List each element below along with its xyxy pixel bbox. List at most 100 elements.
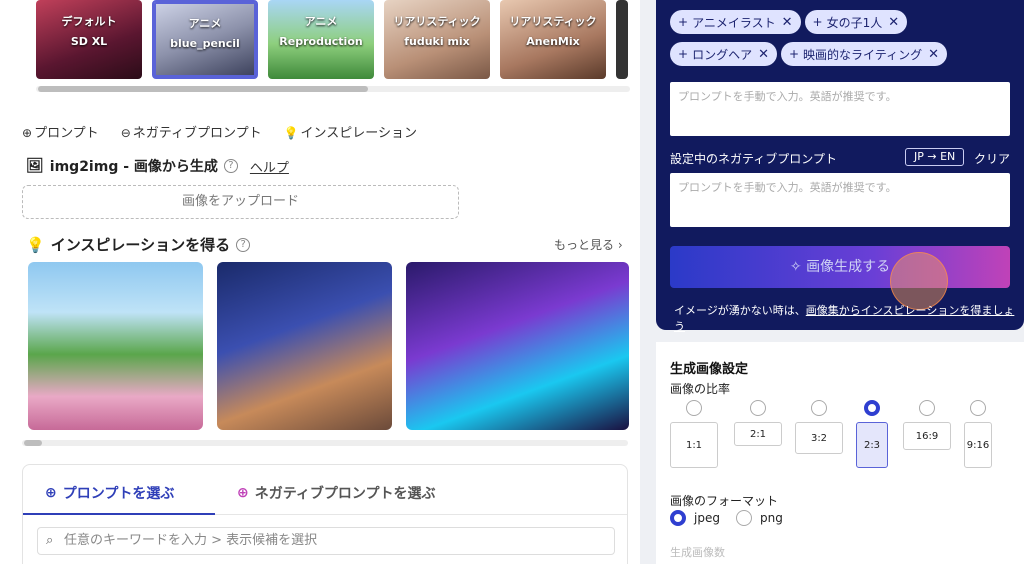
negative-prompt-link[interactable]: ⊖ ネガティブプロンプト — [121, 122, 262, 141]
model-name: Reproduction — [279, 35, 363, 48]
image-count-label: 生成画像数 — [670, 546, 725, 559]
prompt-chip[interactable]: + ロングヘア ✕ — [670, 42, 777, 66]
prompt-panel: + アニメイラスト ✕ + 女の子1人 ✕ + ロングヘア ✕ + 映画的なライティング ✕… — [656, 0, 1024, 333]
generation-settings: 生成画像設定 画像の比率 1:1 2:1 3:2 2:3 16:9 9:16 画… — [656, 342, 1024, 564]
settings-title: 生成画像設定 — [670, 362, 749, 377]
prompt-link-label: プロンプト — [34, 126, 99, 141]
chip-label: ロングヘア — [692, 47, 753, 62]
model-card-selected[interactable]: アニメ blue_pencil — [152, 0, 258, 79]
inspiration-image[interactable] — [217, 262, 392, 430]
model-card[interactable]: デフォルト SD XL — [36, 0, 142, 79]
lightbulb-icon: 💡 — [26, 235, 45, 254]
negative-prompt-textarea[interactable]: プロンプトを手動で入力。英語が推奨です。 — [670, 173, 1010, 227]
minus-circle-icon: ⊖ — [120, 126, 131, 140]
translate-button[interactable]: JP → EN — [905, 148, 965, 166]
model-category: アニメ — [304, 15, 338, 28]
plus-circle-icon: ⊕ — [45, 485, 57, 501]
model-scrollbar[interactable] — [36, 86, 630, 92]
ratio-option[interactable]: 9:16 — [964, 400, 992, 468]
ratio-box[interactable]: 2:3 — [856, 422, 888, 468]
active-tab-indicator — [23, 513, 215, 515]
ratio-radio-selected[interactable] — [864, 400, 880, 416]
ratio-radio[interactable] — [811, 400, 827, 416]
prompt-textarea[interactable]: プロンプトを手動で入力。英語が推奨です。 — [670, 82, 1010, 136]
upload-dropzone[interactable]: 画像をアップロード — [22, 185, 459, 219]
model-category: リアリスティック — [393, 15, 481, 28]
ratio-option[interactable]: 16:9 — [903, 400, 951, 450]
img2img-heading: 🖼 img2img - 画像から生成 ? ヘルプ — [26, 156, 289, 176]
model-card[interactable]: リアリスティック fuduki mix — [384, 0, 490, 79]
keyword-placeholder: 任意のキーワードを入力 > 表示候補を選択 — [64, 533, 318, 548]
prompt-link[interactable]: ⊕ プロンプト — [22, 122, 99, 141]
ratio-option[interactable]: 3:2 — [795, 400, 843, 454]
scrollbar-thumb[interactable] — [24, 440, 42, 446]
see-more-link[interactable]: もっと見る › — [554, 236, 623, 253]
ratio-label: 画像の比率 — [670, 382, 731, 396]
model-name: fuduki mix — [404, 35, 470, 48]
model-category: デフォルト — [61, 15, 117, 28]
ratio-option[interactable]: 2:1 — [734, 400, 782, 446]
chip-label: 映画的なライティング — [803, 47, 923, 62]
lightbulb-icon: 💡 — [283, 126, 299, 140]
inspiration-gallery — [28, 262, 630, 430]
close-icon[interactable]: ✕ — [758, 47, 769, 62]
help-icon[interactable]: ? — [236, 237, 251, 252]
gallery-scrollbar[interactable] — [22, 440, 628, 446]
close-icon[interactable]: ✕ — [928, 47, 939, 62]
scrollbar-thumb[interactable] — [38, 86, 368, 92]
close-icon[interactable]: ✕ — [782, 15, 793, 30]
negative-prompt-label: 設定中のネガティブプロンプト — [670, 152, 837, 166]
prompt-selector: ⊕ プロンプトを選ぶ ⊕ ネガティブプロンプトを選ぶ ⌕ 任意のキーワードを入力 > … — [22, 464, 628, 564]
negative-link-label: ネガティブプロンプト — [132, 126, 262, 141]
ratio-box[interactable]: 9:16 — [964, 422, 992, 468]
ratio-box[interactable]: 1:1 — [670, 422, 718, 468]
prompt-chip[interactable]: + 映画的なライティング ✕ — [780, 42, 947, 66]
prompt-chip[interactable]: + アニメイラスト ✕ — [670, 10, 801, 34]
model-name: blue_pencil — [170, 37, 240, 50]
ratio-option[interactable]: 1:1 — [670, 400, 718, 468]
negative-placeholder: プロンプトを手動で入力。英語が推奨です。 — [678, 181, 897, 194]
chip-label: アニメイラスト — [692, 15, 776, 30]
model-name: AnenMix — [526, 35, 580, 48]
format-option-jpeg[interactable]: jpeg — [670, 510, 720, 526]
help-icon[interactable]: ? — [223, 159, 238, 173]
ratio-radio[interactable] — [970, 400, 986, 416]
prompt-chip[interactable]: + 女の子1人 ✕ — [804, 10, 908, 34]
model-card[interactable]: アニメ Reproduction — [268, 0, 374, 79]
search-icon: ⌕ — [46, 533, 54, 548]
ratio-radio[interactable] — [750, 400, 766, 416]
keyword-search-input[interactable]: ⌕ 任意のキーワードを入力 > 表示候補を選択 — [37, 527, 615, 555]
image-icon: 🖼 — [26, 158, 44, 174]
format-label-text: jpeg — [694, 511, 720, 525]
format-radio[interactable] — [736, 510, 752, 526]
ratio-box[interactable]: 2:1 — [734, 422, 782, 446]
inspiration-hint: イメージが湧かない時は、画像集からインスピレーションを得ましょう — [674, 302, 1024, 334]
format-radio-selected[interactable] — [670, 510, 686, 526]
help-link[interactable]: ヘルプ — [250, 157, 289, 176]
clear-button[interactable]: クリア — [974, 150, 1010, 167]
tab-label: プロンプトを選ぶ — [62, 486, 175, 502]
left-pane: デフォルト SD XL アニメ blue_pencil アニメ Reproductio… — [0, 0, 640, 564]
ratio-radio[interactable] — [919, 400, 935, 416]
model-card-partial[interactable] — [616, 0, 628, 79]
ratio-box[interactable]: 3:2 — [795, 422, 843, 454]
inspiration-link[interactable]: 💡 インスピレーション — [284, 122, 417, 141]
close-icon[interactable]: ✕ — [888, 15, 899, 30]
format-label-text: png — [760, 511, 783, 525]
prompt-links: ⊕ プロンプト ⊖ ネガティブプロンプト 💡 インスピレーション — [22, 122, 417, 141]
inspiration-link-label: インスピレーション — [300, 126, 418, 141]
right-pane: + アニメイラスト ✕ + 女の子1人 ✕ + ロングヘア ✕ + 映画的なライティング ✕… — [640, 0, 1024, 564]
ratio-option-selected[interactable]: 2:3 — [856, 400, 888, 468]
tab-negative-prompt[interactable]: ⊕ ネガティブプロンプトを選ぶ — [237, 483, 435, 503]
tab-prompt[interactable]: ⊕ プロンプトを選ぶ — [45, 483, 174, 503]
model-card[interactable]: リアリスティック AnenMix — [500, 0, 606, 79]
chip-label: 女の子1人 — [826, 15, 883, 30]
inspiration-image[interactable] — [406, 262, 629, 430]
tab-label: ネガティブプロンプトを選ぶ — [254, 486, 436, 502]
model-category: リアリスティック — [509, 15, 597, 28]
inspiration-image[interactable] — [28, 262, 203, 430]
ratio-box[interactable]: 16:9 — [903, 422, 951, 450]
ratio-radio[interactable] — [686, 400, 702, 416]
format-option-png[interactable]: png — [736, 510, 783, 526]
generate-button[interactable]: ✧ 画像生成する — [670, 246, 1010, 288]
